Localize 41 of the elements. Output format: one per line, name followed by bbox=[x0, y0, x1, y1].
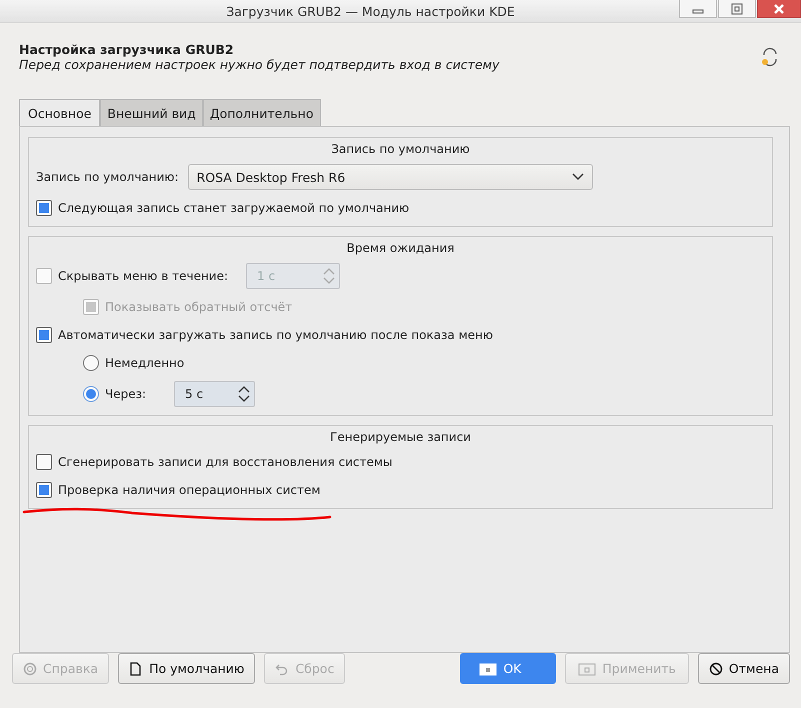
tab[interactable]: Внешний вид bbox=[100, 99, 203, 126]
checkbox-label: Сгенерировать записи для восстановления системы bbox=[58, 455, 392, 469]
maximize-button[interactable] bbox=[718, 0, 756, 18]
maximize-icon bbox=[731, 2, 743, 14]
page-subtitle: Перед сохранением настроек нужно будет подтвердить вход в систему bbox=[19, 57, 500, 72]
close-icon bbox=[773, 2, 785, 14]
close-button[interactable] bbox=[757, 0, 801, 18]
radio-button[interactable] bbox=[83, 355, 99, 371]
undo-icon bbox=[275, 662, 290, 676]
checkbox-label: Показывать обратный отсчёт bbox=[105, 300, 292, 314]
group-title: Генерируемые записи bbox=[329, 430, 472, 444]
checkbox-label: Скрывать меню в течение: bbox=[58, 269, 228, 283]
cancel-icon bbox=[708, 662, 723, 676]
group-title: Запись по умолчанию bbox=[330, 142, 471, 156]
dialog-button[interactable]: OK bbox=[460, 653, 556, 684]
window-title: Загрузчик GRUB2 — Модуль настройки KDE bbox=[226, 4, 515, 18]
chevron-down-icon bbox=[572, 173, 584, 181]
tab[interactable]: Дополнительно bbox=[202, 99, 320, 126]
document-icon bbox=[129, 662, 144, 676]
radio-button[interactable] bbox=[83, 386, 99, 402]
checkbox[interactable] bbox=[36, 454, 52, 470]
dialog-button[interactable]: По умолчанию bbox=[118, 653, 256, 684]
spin-box[interactable]: 5 с bbox=[174, 381, 256, 407]
radio-label: Через: bbox=[105, 387, 146, 401]
minimize-button[interactable] bbox=[679, 0, 717, 18]
page-title: Настройка загрузчика GRUB2 bbox=[19, 42, 235, 57]
dropdown[interactable]: ROSA Desktop Fresh R6 bbox=[188, 164, 593, 190]
spin-arrows-icon bbox=[323, 268, 336, 284]
tab[interactable]: Основное bbox=[19, 99, 100, 126]
spin-arrows-icon bbox=[238, 386, 250, 402]
checkbox-label: Проверка наличия операционных систем bbox=[58, 483, 320, 497]
checkbox[interactable] bbox=[36, 200, 52, 216]
checkbox-label: Автоматически загружать запись по умолчанию после показа меню bbox=[58, 328, 493, 342]
radio-label: Немедленно bbox=[105, 356, 184, 370]
checkbox[interactable] bbox=[36, 327, 52, 343]
checkbox[interactable] bbox=[36, 482, 52, 498]
group-title: Время ожидания bbox=[346, 241, 456, 255]
lifebuoy-icon bbox=[23, 662, 37, 676]
dialog-button[interactable]: Отмена bbox=[698, 653, 790, 684]
field-label: Запись по умолчанию: bbox=[36, 170, 179, 184]
checkbox-label: Следующая запись станет загружаемой по умолчанию bbox=[58, 201, 410, 215]
